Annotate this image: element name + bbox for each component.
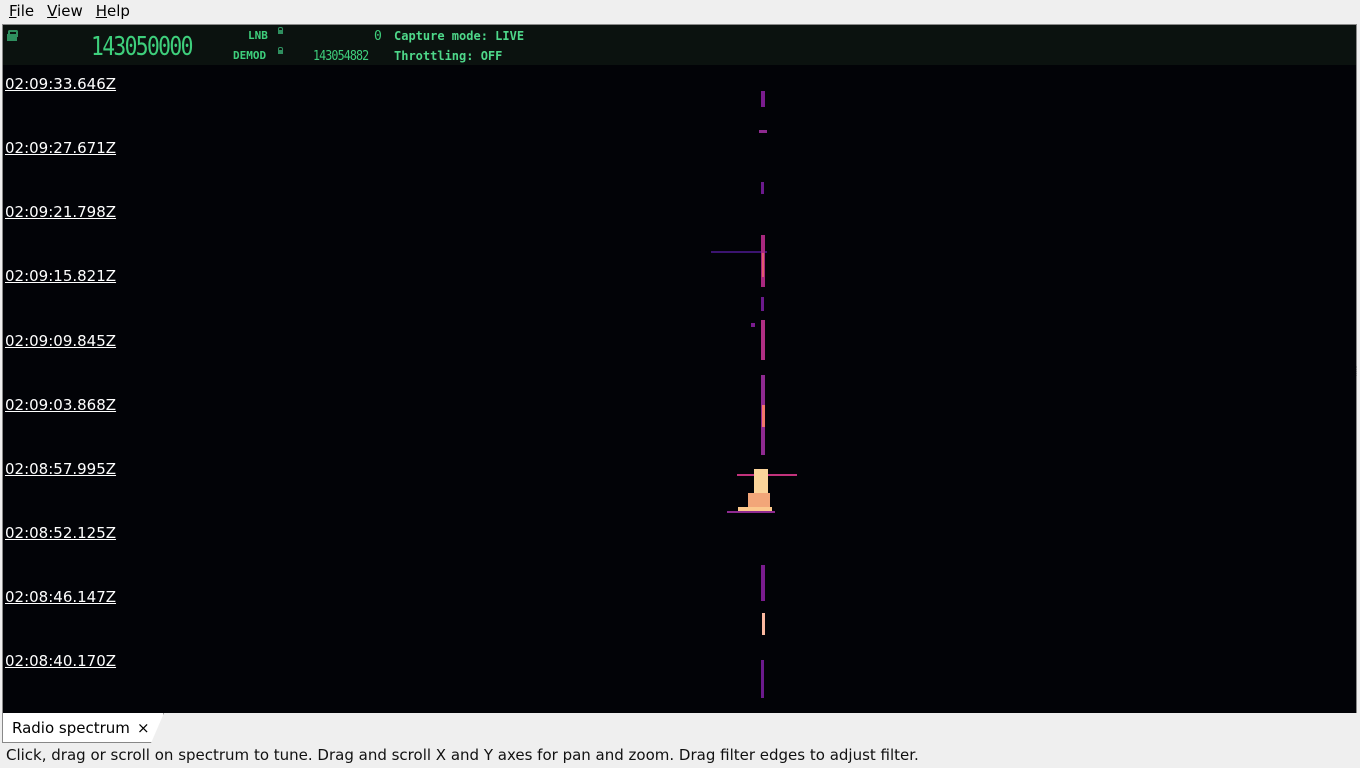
time-axis-label[interactable]: 02:09:27.671Z xyxy=(5,139,116,157)
lock-icon[interactable] xyxy=(7,30,18,41)
demod-label: DEMOD xyxy=(233,49,267,62)
signal-burst-tail xyxy=(748,493,770,507)
close-icon[interactable]: × xyxy=(137,719,150,737)
frequency-panel: 143050000 LNB 0 DEMOD 143054882 Capture … xyxy=(3,25,1356,65)
status-bar-text: Click, drag or scroll on spectrum to tun… xyxy=(6,746,919,764)
signal-segment xyxy=(761,320,765,360)
tab-bar: Radio spectrum × xyxy=(0,713,1360,743)
signal-segment xyxy=(761,565,765,601)
signal-segment xyxy=(759,130,767,133)
signal-segment xyxy=(761,91,765,107)
resize-grip[interactable] xyxy=(1356,366,1359,376)
demod-frequency-display[interactable]: 143054882 xyxy=(313,49,369,64)
menu-file[interactable]: File xyxy=(0,1,38,22)
signal-segment xyxy=(761,660,764,698)
menu-bar: File View Help xyxy=(0,0,1360,23)
demod-lock-icon[interactable] xyxy=(278,47,283,54)
menu-help[interactable]: Help xyxy=(87,1,134,22)
signal-segment xyxy=(762,253,764,277)
lnb-lock-icon[interactable] xyxy=(278,27,283,34)
spectrum-view[interactable]: 143050000 LNB 0 DEMOD 143054882 Capture … xyxy=(2,24,1357,714)
menu-view[interactable]: View xyxy=(38,1,87,22)
time-axis-label[interactable]: 02:08:57.995Z xyxy=(5,460,116,478)
signal-segment xyxy=(761,297,764,311)
waterfall-display[interactable]: 02:09:33.646Z 02:09:27.671Z 02:09:21.798… xyxy=(3,65,1356,713)
time-axis-label[interactable]: 02:09:15.821Z xyxy=(5,267,116,285)
signal-burst-core xyxy=(754,469,768,495)
signal-dot xyxy=(751,323,755,327)
signal-spur xyxy=(711,251,767,253)
capture-mode-status: Capture mode: LIVE xyxy=(394,29,525,43)
time-axis-label[interactable]: 02:09:33.646Z xyxy=(5,75,116,93)
lnb-frequency-display[interactable]: 0 xyxy=(374,29,382,44)
signal-segment xyxy=(762,405,765,427)
throttling-status: Throttling: OFF xyxy=(394,49,503,63)
signal-burst-line xyxy=(727,511,775,513)
waterfall-signal-trace xyxy=(711,91,797,698)
signal-segment xyxy=(761,182,764,194)
main-frequency-display[interactable]: 143050000 xyxy=(91,32,193,62)
time-axis-label[interactable]: 02:08:52.125Z xyxy=(5,524,116,542)
time-axis-label[interactable]: 02:09:21.798Z xyxy=(5,203,116,221)
time-axis-label[interactable]: 02:08:46.147Z xyxy=(5,588,116,606)
signal-segment xyxy=(762,613,765,635)
time-axis-label[interactable]: 02:09:09.845Z xyxy=(5,332,116,350)
time-axis-label[interactable]: 02:09:03.868Z xyxy=(5,396,116,414)
tab-label: Radio spectrum xyxy=(12,718,130,737)
lnb-label: LNB xyxy=(248,29,268,42)
time-axis-label[interactable]: 02:08:40.170Z xyxy=(5,652,116,670)
tab-radio-spectrum[interactable]: Radio spectrum × xyxy=(2,713,164,743)
